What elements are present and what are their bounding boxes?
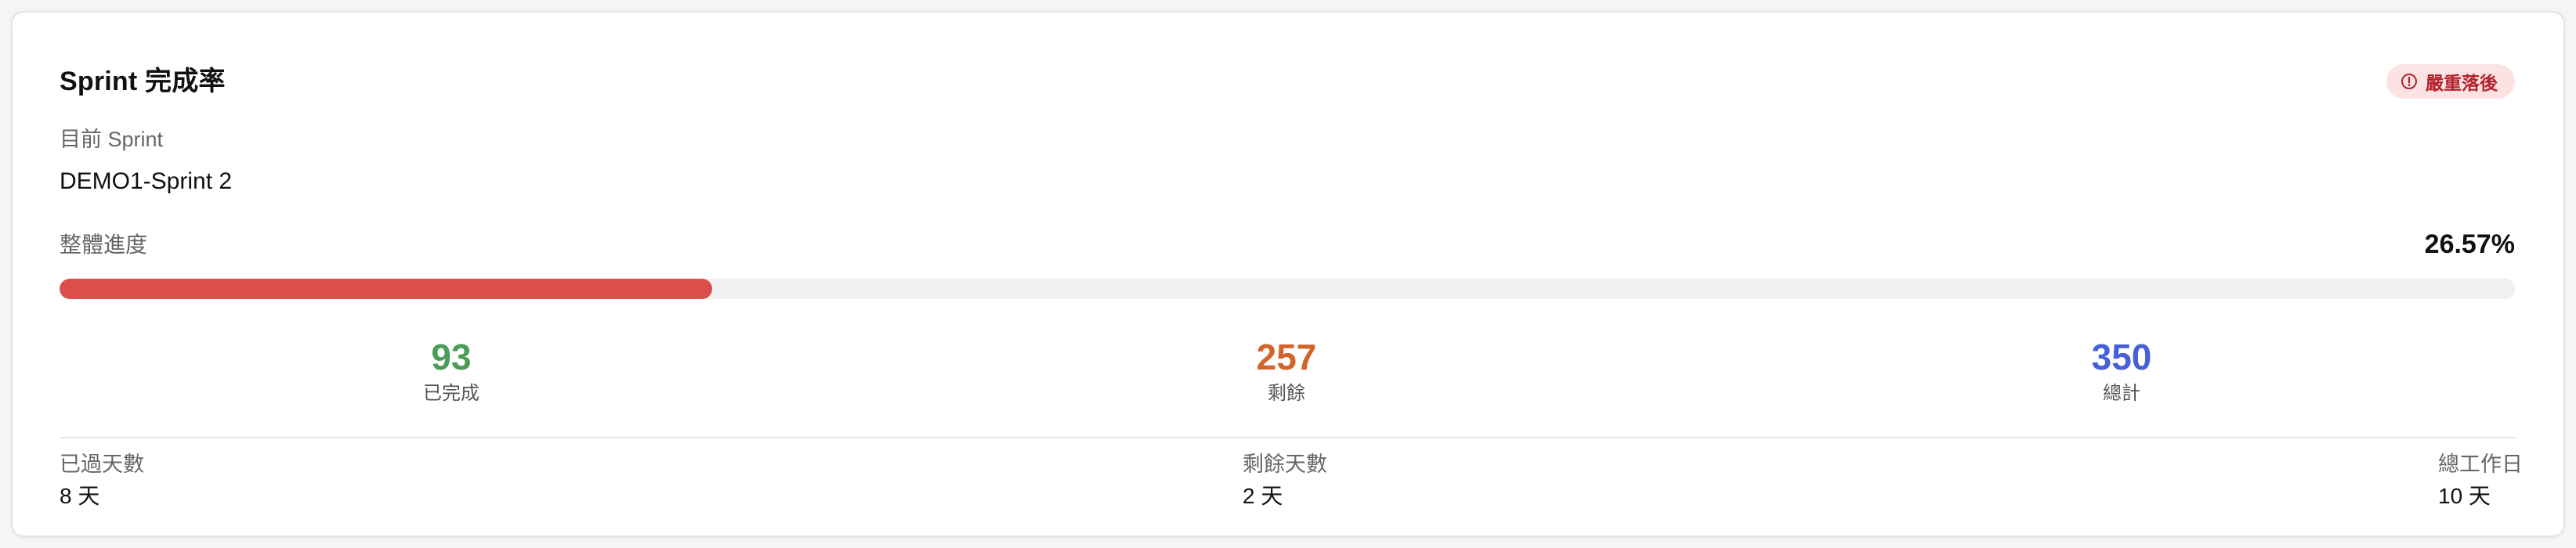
overall-progress-value: 26.57%: [2424, 229, 2515, 259]
stat-total: 350 總計: [2004, 335, 2239, 407]
alert-circle-icon: [2401, 73, 2418, 90]
elapsed-days-label: 已過天數: [60, 452, 144, 476]
stat-remaining-label: 剩餘: [1268, 383, 1305, 404]
stat-remaining-value: 257: [1256, 337, 1317, 377]
status-badge: 嚴重落後: [2386, 64, 2515, 99]
progress-bar-track: [60, 279, 2515, 299]
progress-bar-fill: [60, 279, 712, 299]
stat-total-label: 總計: [2103, 383, 2140, 404]
total-workdays-value: 10 天: [2438, 484, 2491, 508]
remaining-days: 剩餘天數 2 天: [1243, 449, 1327, 512]
overall-progress-label: 整體進度: [60, 233, 148, 257]
remaining-days-label: 剩餘天數: [1243, 452, 1327, 476]
elapsed-days-value: 8 天: [60, 484, 100, 508]
stat-completed-value: 93: [431, 337, 472, 377]
divider: [60, 437, 2515, 438]
sprint-completion-card: Sprint 完成率 嚴重落後 目前 Sprint DEMO1-Sprint 2…: [11, 11, 2565, 537]
total-workdays-label: 總工作日: [2438, 452, 2523, 476]
elapsed-days: 已過天數 8 天: [60, 449, 144, 512]
total-workdays: 總工作日 10 天: [2438, 449, 2523, 512]
card-title: Sprint 完成率: [60, 67, 226, 96]
remaining-days-value: 2 天: [1243, 484, 1283, 508]
stat-remaining: 257 剩餘: [1169, 335, 1404, 407]
stat-completed-label: 已完成: [423, 383, 479, 404]
current-sprint-name: DEMO1-Sprint 2: [60, 168, 233, 194]
status-badge-label: 嚴重落後: [2426, 73, 2498, 93]
stat-total-value: 350: [2091, 337, 2152, 377]
current-sprint-label: 目前 Sprint: [60, 128, 164, 151]
stat-completed: 93 已完成: [334, 335, 569, 407]
